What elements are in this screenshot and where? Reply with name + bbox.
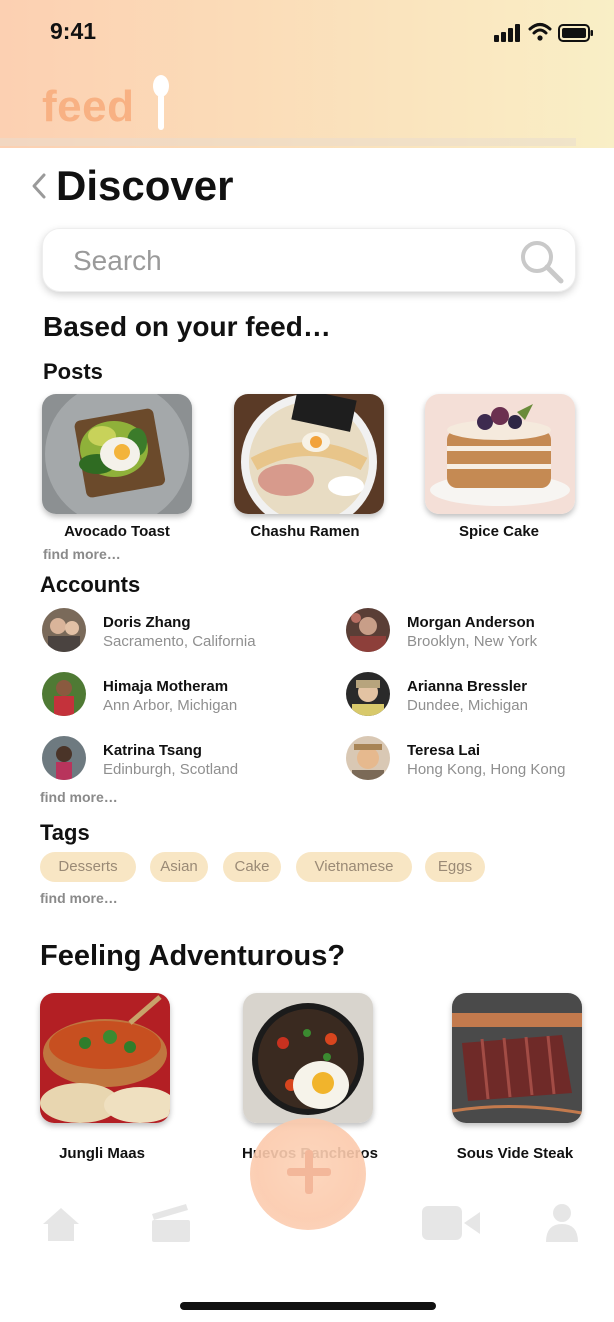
account-item-morgan-anderson[interactable]: Morgan Anderson Brooklyn, New York bbox=[407, 614, 537, 650]
post-caption: Avocado Toast bbox=[64, 523, 170, 540]
account-name: Teresa Lai bbox=[407, 742, 481, 759]
account-location: Hong Kong, Hong Kong bbox=[407, 761, 566, 778]
back-chevron-icon[interactable] bbox=[30, 172, 48, 200]
account-location: Dundee, Michigan bbox=[407, 697, 528, 714]
spoon-icon bbox=[153, 75, 169, 130]
account-item-himaja-motheram[interactable]: Himaja Motheram Ann Arbor, Michigan bbox=[103, 678, 237, 714]
account-name: Doris Zhang bbox=[103, 614, 191, 631]
posts-heading: Posts bbox=[43, 359, 103, 384]
recipe-box-icon[interactable] bbox=[150, 1202, 192, 1242]
add-icon bbox=[287, 1150, 331, 1194]
search-input[interactable] bbox=[71, 241, 495, 281]
status-time: 9:41 bbox=[50, 18, 97, 44]
adventurous-caption: Sous Vide Steak bbox=[456, 1145, 574, 1162]
tag-asian[interactable]: Asian bbox=[150, 852, 208, 882]
header-divider bbox=[0, 138, 576, 146]
account-location: Edinburgh, Scotland bbox=[103, 761, 239, 778]
tag-vietnamese[interactable]: Vietnamese bbox=[296, 852, 412, 882]
feed-section-heading: Based on your feed… bbox=[43, 311, 331, 342]
account-name: Himaja Motheram bbox=[103, 678, 229, 695]
tags-find-more-link[interactable]: find more… bbox=[40, 890, 118, 906]
tag-cake[interactable]: Cake bbox=[223, 852, 281, 882]
avatar[interactable] bbox=[42, 672, 86, 716]
accounts-heading: Accounts bbox=[40, 572, 141, 597]
account-item-arianna-bressler[interactable]: Arianna Bressler Dundee, Michigan bbox=[407, 678, 528, 714]
battery-icon bbox=[558, 24, 593, 42]
post-thumbnail-spice-cake[interactable] bbox=[425, 394, 575, 514]
account-location: Sacramento, California bbox=[103, 633, 256, 650]
video-icon[interactable] bbox=[422, 1206, 480, 1240]
avatar[interactable] bbox=[42, 736, 86, 780]
avatar[interactable] bbox=[42, 608, 86, 652]
account-name: Katrina Tsang bbox=[103, 742, 202, 759]
wifi-icon bbox=[528, 23, 552, 41]
profile-icon[interactable] bbox=[544, 1202, 580, 1242]
avatar[interactable] bbox=[346, 608, 390, 652]
post-caption: Chashu Ramen bbox=[250, 523, 360, 540]
app-logo: feed bbox=[42, 82, 135, 131]
avatar[interactable] bbox=[346, 736, 390, 780]
accounts-find-more-link[interactable]: find more… bbox=[40, 789, 118, 805]
tags-heading: Tags bbox=[40, 820, 90, 845]
account-item-doris-zhang[interactable]: Doris Zhang Sacramento, California bbox=[103, 614, 256, 650]
tag-desserts[interactable]: Desserts bbox=[40, 852, 136, 882]
adventurous-heading: Feeling Adventurous? bbox=[40, 940, 346, 972]
signal-icon bbox=[494, 24, 520, 42]
adventurous-thumbnail-sous-vide-steak[interactable] bbox=[452, 993, 582, 1123]
account-name: Arianna Bressler bbox=[407, 678, 528, 695]
account-location: Ann Arbor, Michigan bbox=[103, 697, 238, 714]
tag-eggs[interactable]: Eggs bbox=[425, 852, 485, 882]
adventurous-caption: Jungli Maas bbox=[59, 1145, 145, 1162]
post-thumbnail-chashu-ramen[interactable] bbox=[234, 394, 384, 514]
account-name: Morgan Anderson bbox=[407, 614, 535, 631]
home-icon[interactable] bbox=[42, 1206, 80, 1242]
home-indicator bbox=[180, 1302, 436, 1310]
search-bar[interactable] bbox=[42, 228, 576, 292]
adventurous-thumbnail-huevos-rancheros[interactable] bbox=[243, 993, 373, 1123]
account-item-teresa-lai[interactable]: Teresa Lai Hong Kong, Hong Kong bbox=[407, 742, 565, 778]
page-title: Discover bbox=[56, 162, 234, 209]
post-thumbnail-avocado-toast[interactable] bbox=[42, 394, 192, 514]
account-location: Brooklyn, New York bbox=[407, 633, 538, 650]
avatar[interactable] bbox=[346, 672, 390, 716]
account-item-katrina-tsang[interactable]: Katrina Tsang Edinburgh, Scotland bbox=[103, 742, 238, 778]
search-icon[interactable] bbox=[517, 237, 565, 285]
post-caption: Spice Cake bbox=[458, 523, 540, 540]
posts-find-more-link[interactable]: find more… bbox=[43, 546, 121, 562]
adventurous-thumbnail-jungli-maas[interactable] bbox=[40, 993, 170, 1123]
